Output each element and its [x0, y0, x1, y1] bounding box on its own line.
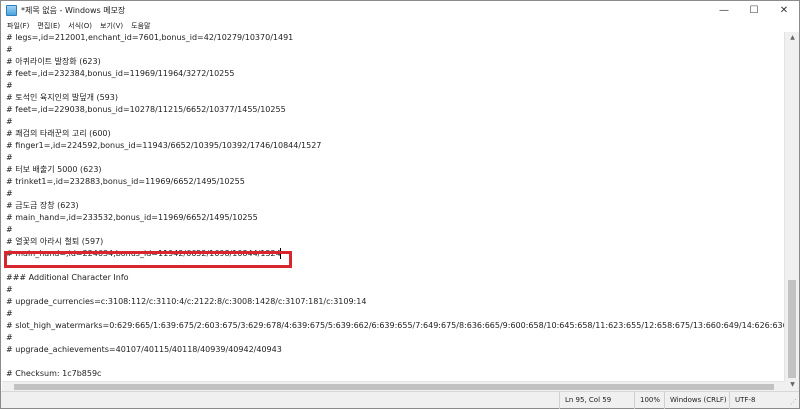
editor-line: # main_hand=,id=233532,bonus_id=11969/66… [6, 213, 258, 222]
menu-view[interactable]: 보기(V) [96, 21, 127, 31]
horizontal-scrollbar[interactable] [2, 381, 785, 391]
editor-line: # [6, 333, 13, 342]
editor-line: # [6, 45, 13, 54]
editor-line: # 토석인 육지인의 발덮개 (593) [6, 93, 118, 102]
editor-line: # 터보 배출기 5000 (623) [6, 165, 102, 174]
editor-line: # trinket1=,id=232883,bonus_id=11969/665… [6, 177, 245, 186]
editor-line: ### Additional Character Info [6, 273, 129, 282]
editor-line: # feet=,id=232384,bonus_id=11969/11964/3… [6, 69, 235, 78]
status-bar: Ln 95, Col 59 100% Windows (CRLF) UTF-8 … [1, 391, 799, 409]
resize-grip-icon[interactable]: ⋰ [790, 398, 797, 406]
editor-line: # finger1=,id=224592,bonus_id=11943/6652… [6, 141, 322, 150]
window-title: *제목 없음 - Windows 메모장 [21, 5, 126, 15]
editor-line: # [6, 117, 13, 126]
text-editor[interactable]: # legs=,id=212001,enchant_id=7601,bonus_… [2, 32, 785, 381]
editor-line: # [6, 153, 13, 162]
window-controls: — ☐ ✕ [709, 1, 799, 19]
line-ending: Windows (CRLF) [664, 392, 727, 409]
notepad-window: *제목 없음 - Windows 메모장 — ☐ ✕ 파일(F) 편집(E) 서… [0, 0, 800, 409]
editor-line: # 열꽃의 아라시 철퇴 (597) [6, 237, 104, 246]
vertical-scrollbar[interactable]: ▲ ▼ [784, 32, 799, 391]
editor-line: # 금도금 장창 (623) [6, 201, 79, 210]
minimize-button[interactable]: — [709, 1, 739, 19]
highlight-annotation [4, 251, 292, 268]
menu-bar: 파일(F) 편집(E) 서식(O) 보기(V) 도움말 [1, 19, 799, 32]
scroll-down-icon[interactable]: ▼ [785, 379, 800, 391]
menu-help[interactable]: 도움말 [127, 21, 154, 31]
menu-format[interactable]: 서식(O) [64, 21, 96, 31]
notepad-icon [6, 4, 17, 16]
maximize-button[interactable]: ☐ [739, 1, 769, 19]
editor-line: # [6, 189, 13, 198]
cursor-position: Ln 95, Col 59 [559, 392, 611, 409]
editor-line: # [6, 81, 13, 90]
editor-line: # 쾌검의 타래꾼의 고리 (600) [6, 129, 111, 138]
editor-line: # upgrade_currencies=c:3108:112/c:3110:4… [6, 297, 367, 306]
editor-line: # upgrade_achievements=40107/40115/40118… [6, 345, 282, 354]
editor-line: # [6, 309, 13, 318]
close-button[interactable]: ✕ [769, 1, 799, 19]
editor-line: # [6, 225, 13, 234]
vertical-scroll-thumb[interactable] [788, 280, 796, 378]
encoding: UTF-8 [729, 392, 755, 409]
menu-file[interactable]: 파일(F) [1, 21, 33, 31]
title-bar[interactable]: *제목 없음 - Windows 메모장 — ☐ ✕ [1, 1, 799, 19]
editor-line: # slot_high_watermarks=0:629:665/1:639:6… [6, 321, 785, 330]
menu-edit[interactable]: 편집(E) [33, 21, 64, 31]
zoom-level: 100% [634, 392, 660, 409]
editor-line: # [6, 285, 13, 294]
editor-line: # legs=,id=212001,enchant_id=7601,bonus_… [6, 33, 294, 42]
editor-line: # 아퀴라이트 발장화 (623) [6, 57, 101, 66]
editor-line: # feet=,id=229038,bonus_id=10278/11215/6… [6, 105, 286, 114]
editor-line: # Checksum: 1c7b859c [6, 369, 102, 378]
scroll-up-icon[interactable]: ▲ [785, 32, 800, 44]
horizontal-scroll-thumb[interactable] [14, 384, 774, 390]
